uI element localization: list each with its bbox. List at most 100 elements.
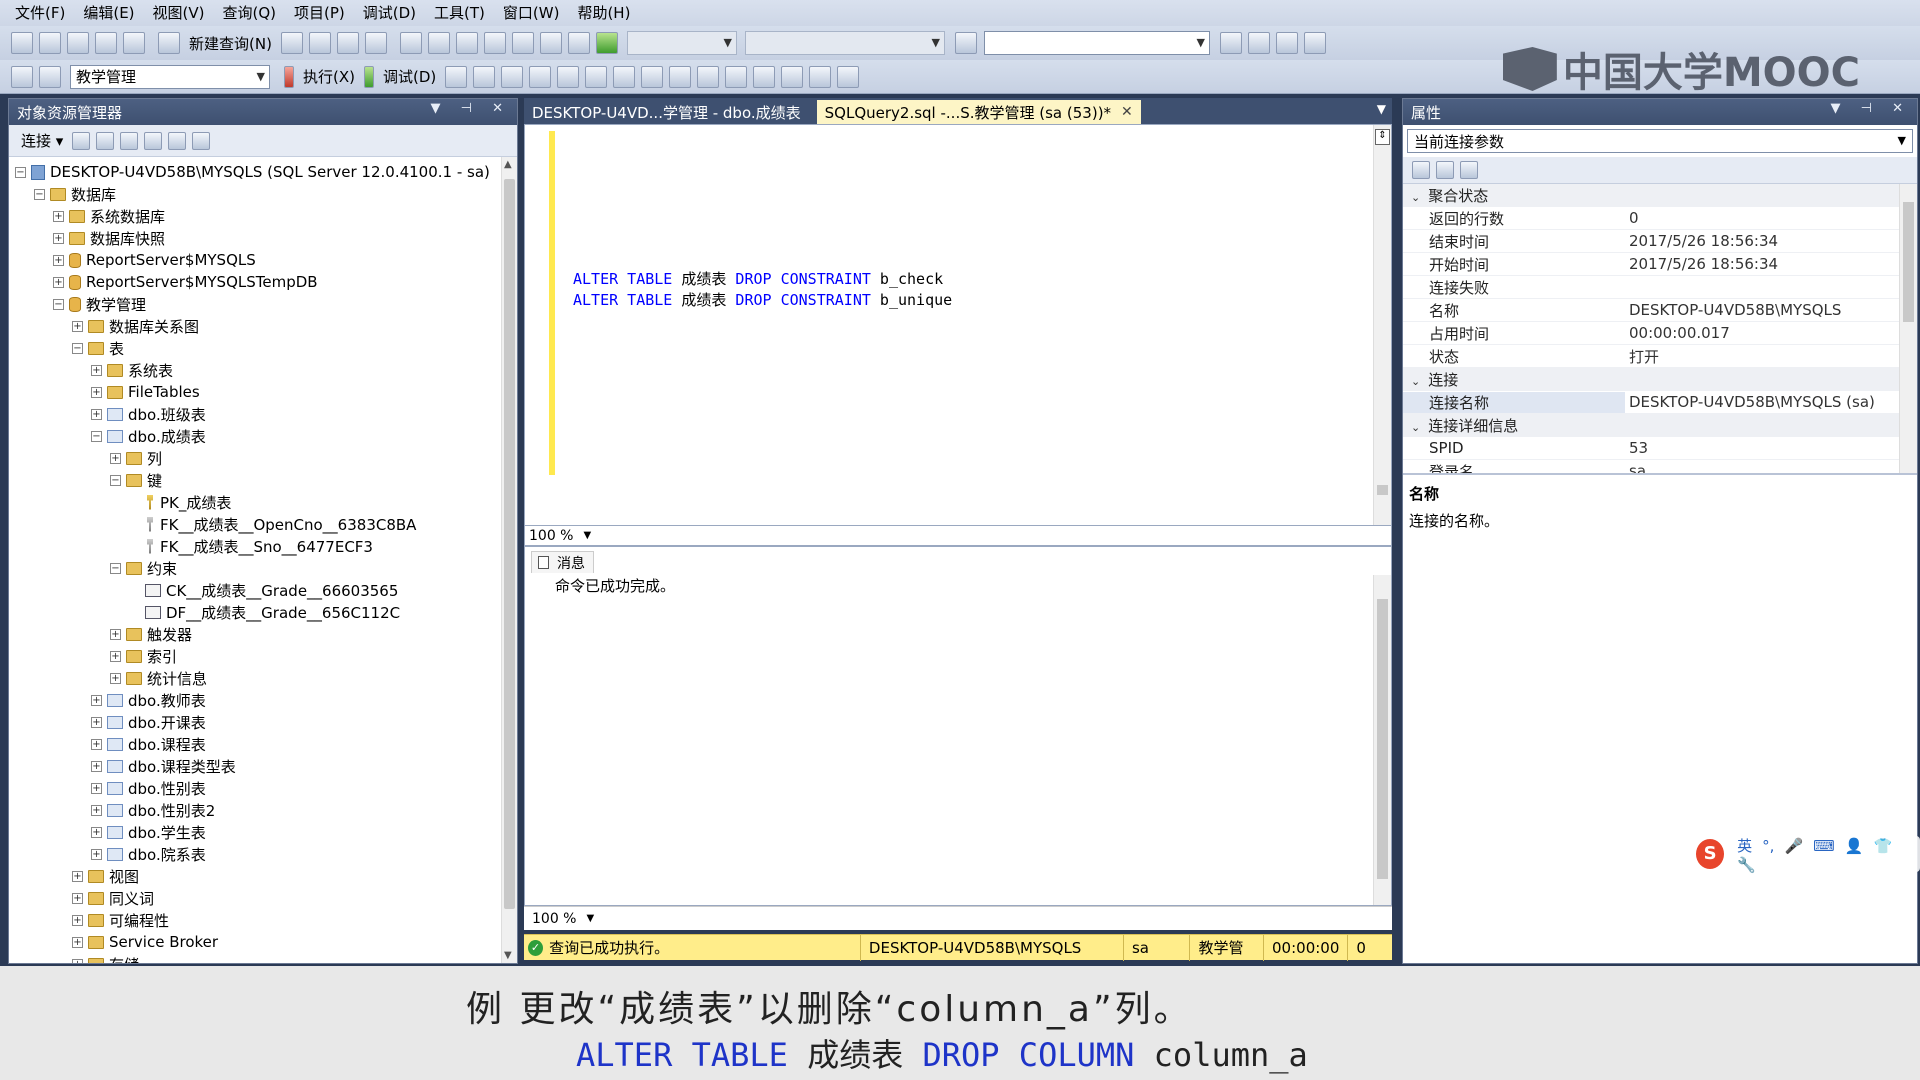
menu-item[interactable]: 视图(V) — [144, 0, 214, 26]
expand-icon[interactable]: + — [91, 848, 102, 860]
tree-node[interactable]: + 数据库快照 — [9, 227, 517, 249]
sql-editor[interactable]: ALTER TABLE 成绩表 DROP CONSTRAINT b_check … — [524, 124, 1392, 526]
stop-icon[interactable] — [120, 131, 139, 150]
tree-node[interactable]: + dbo.院系表 — [9, 843, 517, 865]
tree-node[interactable]: + 系统表 — [9, 359, 517, 381]
property-grid-scrollbar[interactable] — [1899, 184, 1917, 473]
activity-monitor-icon[interactable] — [192, 131, 211, 150]
tree-node[interactable]: + 统计信息 — [9, 667, 517, 689]
scroll-up-icon[interactable]: ▲ — [504, 159, 512, 170]
copy-icon[interactable] — [427, 32, 450, 54]
results-to-grid-icon[interactable] — [669, 65, 692, 88]
menu-item[interactable]: 窗口(W) — [494, 0, 569, 26]
categorized-icon[interactable] — [1412, 161, 1430, 179]
scroll-thumb[interactable] — [1377, 485, 1388, 495]
keyboard-icon[interactable]: ⌨ — [1813, 837, 1835, 855]
tree-node[interactable]: − 表 — [9, 337, 517, 359]
expand-icon[interactable]: + — [53, 276, 64, 288]
tree-node[interactable]: + FileTables — [9, 381, 517, 403]
save-all-icon[interactable] — [123, 32, 145, 54]
chevron-down-icon[interactable]: ▼ — [583, 530, 591, 541]
new-project-icon[interactable] — [11, 32, 33, 54]
mdx-query-icon[interactable] — [336, 32, 359, 54]
find-in-files-icon[interactable] — [954, 32, 977, 54]
menu-item[interactable]: 项目(P) — [285, 0, 354, 26]
decrease-indent-icon[interactable] — [781, 65, 804, 88]
undo-icon[interactable] — [483, 32, 506, 54]
filter-icon[interactable] — [144, 131, 163, 150]
cancel-query-icon[interactable] — [445, 65, 468, 88]
property-pages-icon[interactable] — [1460, 161, 1478, 179]
property-row[interactable]: SPID 53 — [1403, 437, 1917, 460]
tree-node[interactable]: DF__成绩表__Grade__656C112C — [9, 601, 517, 623]
debug-button[interactable]: 调试(D) — [383, 66, 436, 87]
scroll-thumb[interactable] — [1377, 599, 1388, 879]
tree-node[interactable]: + 列 — [9, 447, 517, 469]
analysis-query-icon[interactable] — [308, 32, 331, 54]
tab-messages[interactable]: 消息 — [531, 551, 594, 573]
tree-node[interactable]: − 数据库 — [9, 183, 517, 205]
property-category[interactable]: ⌄ 连接详细信息 — [1403, 414, 1917, 437]
disconnect-icon[interactable] — [96, 131, 115, 150]
tree-node[interactable]: + 触发器 — [9, 623, 517, 645]
expand-icon[interactable]: + — [72, 870, 83, 882]
collapse-icon[interactable]: − — [91, 430, 102, 442]
tools-icon[interactable]: 🔧 — [1737, 856, 1756, 874]
collapse-icon[interactable]: − — [72, 342, 83, 354]
tree-node[interactable]: + 存储 — [9, 953, 517, 963]
platform-combo[interactable]: ▼ — [744, 31, 945, 55]
tree-node[interactable]: + 系统数据库 — [9, 205, 517, 227]
expand-icon[interactable]: + — [91, 716, 102, 728]
tree-node[interactable]: + dbo.性别表2 — [9, 799, 517, 821]
menu-item[interactable]: 帮助(H) — [568, 0, 639, 26]
object-explorer-icon[interactable] — [1247, 32, 1270, 54]
tab-table-designer[interactable]: DESKTOP-U4VD...学管理 - dbo.成绩表 — [524, 100, 809, 124]
cut-icon[interactable] — [399, 32, 422, 54]
redo-icon[interactable] — [511, 32, 534, 54]
object-explorer-scrollbar[interactable]: ▲ ▼ — [501, 157, 517, 963]
microphone-icon[interactable]: 🎤 — [1784, 837, 1803, 855]
collapse-icon[interactable]: − — [15, 166, 26, 178]
user-icon[interactable]: 👤 — [1845, 837, 1864, 855]
collapse-icon[interactable]: ⌄ — [1411, 375, 1420, 388]
tree-node[interactable]: − dbo.成绩表 — [9, 425, 517, 447]
refresh-icon[interactable] — [168, 131, 187, 150]
menu-item[interactable]: 编辑(E) — [74, 0, 143, 26]
connect-icon[interactable] — [11, 65, 33, 88]
tree-node[interactable]: + dbo.学生表 — [9, 821, 517, 843]
properties-icon[interactable] — [1275, 32, 1298, 54]
tree-node[interactable]: CK__成绩表__Grade__66603565 — [9, 579, 517, 601]
tree-node[interactable]: + 数据库关系图 — [9, 315, 517, 337]
tree-node[interactable]: + dbo.开课表 — [9, 711, 517, 733]
tree-node[interactable]: + dbo.课程表 — [9, 733, 517, 755]
property-category[interactable]: ⌄ 聚合状态 — [1403, 184, 1917, 207]
navigate-icon[interactable] — [539, 32, 562, 54]
toolbox-icon[interactable] — [1303, 32, 1326, 54]
expand-icon[interactable]: + — [53, 210, 64, 222]
skin-icon[interactable]: 👕 — [1873, 837, 1892, 855]
results-zoom[interactable]: 100 % ▼ — [524, 906, 1392, 930]
paste-icon[interactable] — [455, 32, 478, 54]
property-row[interactable]: 连接名称 DESKTOP-U4VD58B\MYSQLS (sa) — [1403, 391, 1917, 414]
collapse-icon[interactable]: − — [110, 474, 121, 486]
connect-dropdown[interactable]: 连接 ▾ — [21, 130, 63, 151]
client-stats-icon[interactable] — [613, 65, 636, 88]
results-to-file-icon[interactable] — [697, 65, 720, 88]
start-icon[interactable] — [595, 32, 618, 54]
scroll-thumb[interactable] — [1903, 202, 1914, 322]
solution-config-combo[interactable]: ▼ — [626, 31, 737, 55]
comment-icon[interactable] — [725, 65, 748, 88]
change-connection-icon[interactable] — [39, 65, 61, 88]
expand-icon[interactable]: + — [72, 320, 83, 332]
properties-object-select[interactable]: 当前连接参数 ▼ — [1407, 129, 1913, 153]
expand-icon[interactable]: + — [91, 738, 102, 750]
property-row[interactable]: 占用时间 00:00:00.017 — [1403, 322, 1917, 345]
property-category[interactable]: ⌄ 连接 — [1403, 368, 1917, 391]
tree-node[interactable]: PK_成绩表 — [9, 491, 517, 513]
increase-indent-icon[interactable] — [809, 65, 832, 88]
scroll-thumb[interactable] — [504, 179, 515, 909]
find-combo[interactable]: ▼ — [983, 31, 1210, 55]
tree-node[interactable]: + ReportServer$MYSQLS — [9, 249, 517, 271]
tree-node[interactable]: + dbo.课程类型表 — [9, 755, 517, 777]
expand-icon[interactable]: + — [91, 386, 102, 398]
